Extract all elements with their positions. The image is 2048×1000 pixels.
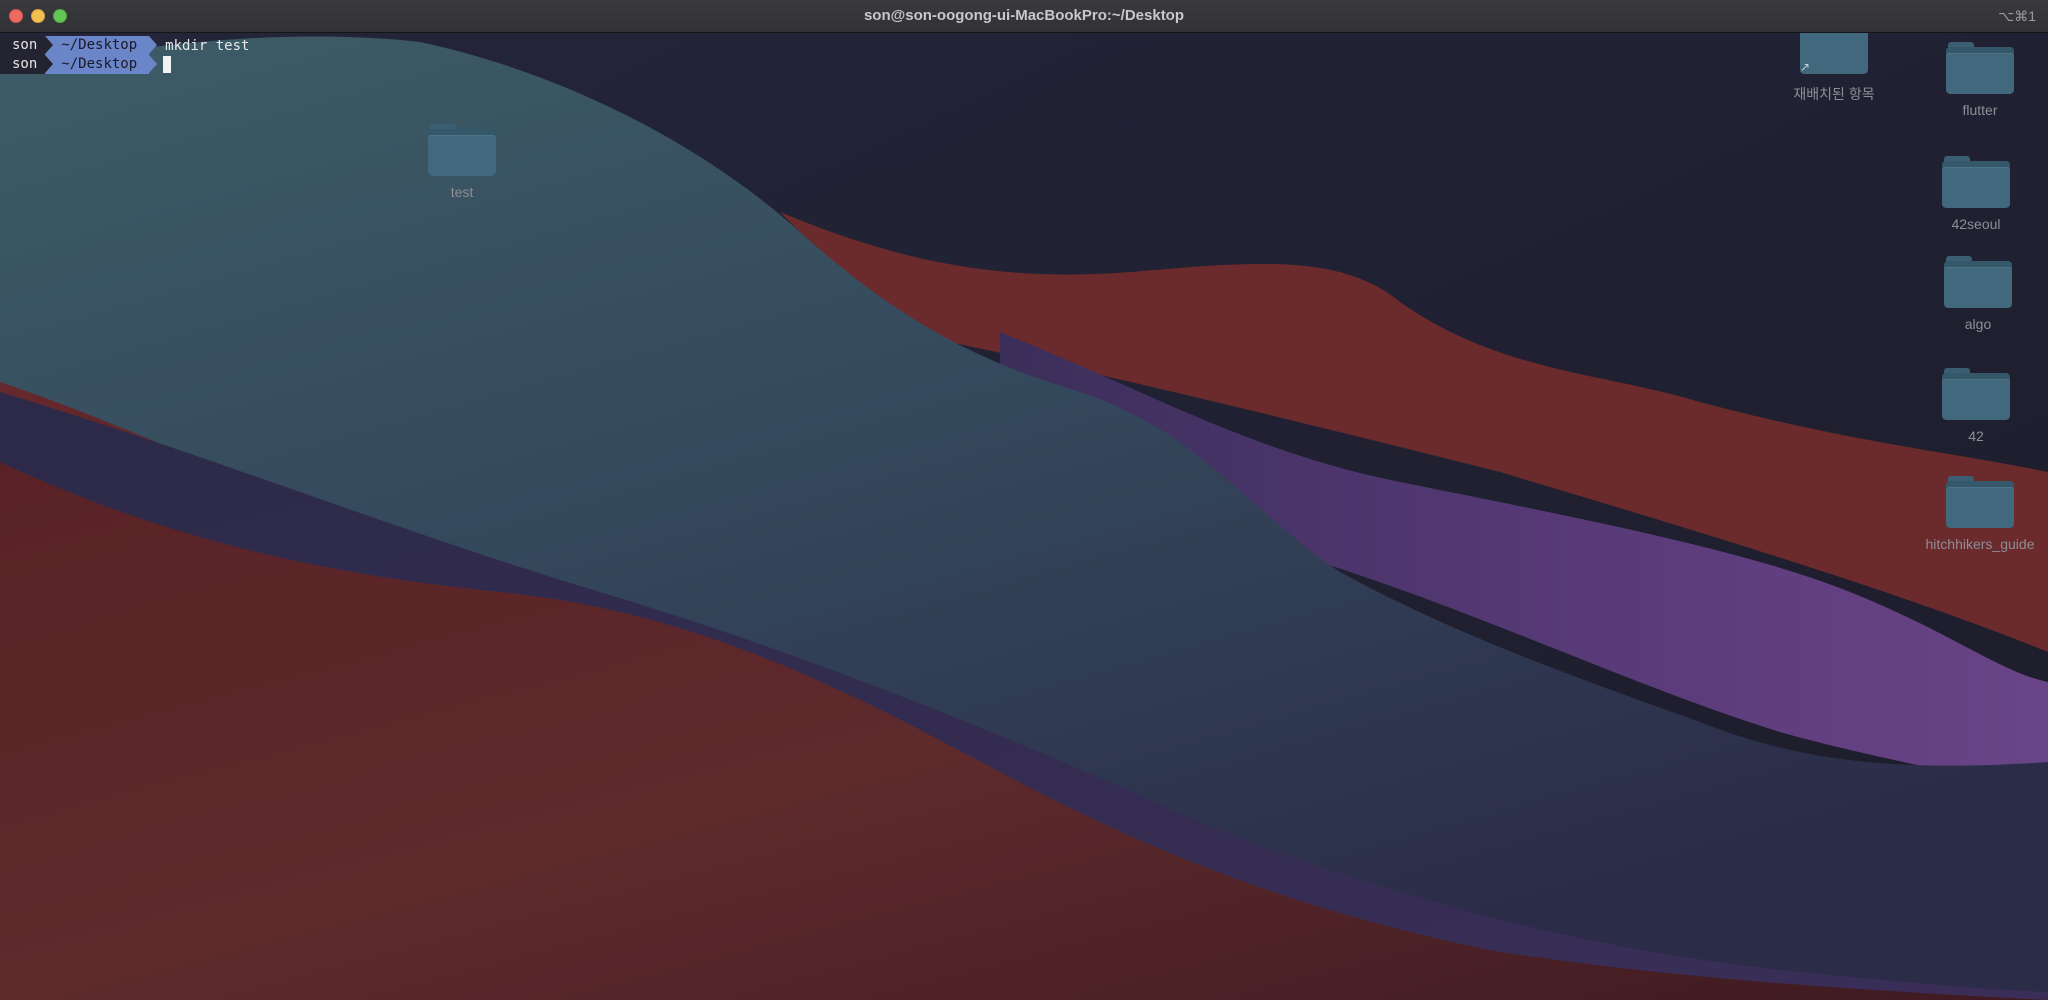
prompt-line: son ~/Desktop bbox=[0, 55, 249, 74]
folder-icon bbox=[1942, 156, 2010, 208]
desktop-item-label: algo bbox=[1964, 316, 1992, 332]
desktop-folder-algo[interactable]: algo bbox=[1908, 256, 2048, 332]
folder-icon bbox=[1946, 42, 2014, 94]
desktop-item-label: test bbox=[450, 184, 474, 200]
folder-icon bbox=[1946, 476, 2014, 528]
alias-arrow-icon: ↗ bbox=[1800, 60, 1811, 74]
folder-icon bbox=[428, 124, 496, 176]
window-title: son@son-oogong-ui-MacBookPro:~/Desktop bbox=[863, 7, 1185, 24]
prompt-path-text: ~/Desktop bbox=[61, 56, 138, 72]
desktop-item-label: 재배치된 항목 bbox=[1793, 86, 1875, 102]
desktop-folder-flutter[interactable]: flutter bbox=[1910, 42, 2048, 118]
desktop-item-label: 42 bbox=[1968, 428, 1984, 444]
terminal-window: son@son-oogong-ui-MacBookPro:~/Desktop ⌥… bbox=[0, 0, 2048, 1000]
desktop-item-label: hitchhikers_guide bbox=[1925, 536, 2035, 552]
desktop-folder-test[interactable]: test bbox=[392, 124, 532, 200]
prompt-path-text: ~/Desktop bbox=[61, 37, 138, 53]
desktop-wallpaper bbox=[0, 32, 2048, 1000]
desktop-folder-relocated-items[interactable]: ↗ 재배치된 항목 bbox=[1764, 24, 1904, 104]
terminal-output[interactable]: son ~/Desktop mkdir test son ~/Desktop bbox=[0, 36, 249, 74]
prompt-user: son bbox=[0, 36, 46, 55]
prompt-path: ~/Desktop bbox=[45, 36, 158, 55]
folder-icon bbox=[1944, 256, 2012, 308]
window-shortcut: ⌥⌘1 bbox=[1998, 8, 2036, 24]
desktop-folder-42seoul[interactable]: 42seoul bbox=[1906, 156, 2046, 232]
command-text: mkdir test bbox=[165, 37, 250, 54]
terminal-cursor bbox=[163, 56, 172, 73]
desktop-folder-42[interactable]: 42 bbox=[1906, 368, 2046, 444]
desktop-item-label: flutter bbox=[1962, 102, 1998, 118]
prompt-path: ~/Desktop bbox=[45, 55, 158, 74]
prompt-line: son ~/Desktop mkdir test bbox=[0, 36, 249, 55]
prompt-user: son bbox=[0, 55, 46, 74]
title-bar[interactable]: son@son-oogong-ui-MacBookPro:~/Desktop ⌥… bbox=[0, 0, 2048, 33]
desktop-folder-hitchhikers-guide[interactable]: hitchhikers_guide bbox=[1910, 476, 2048, 552]
desktop-item-label: 42seoul bbox=[1951, 216, 2001, 232]
folder-icon bbox=[1942, 368, 2010, 420]
